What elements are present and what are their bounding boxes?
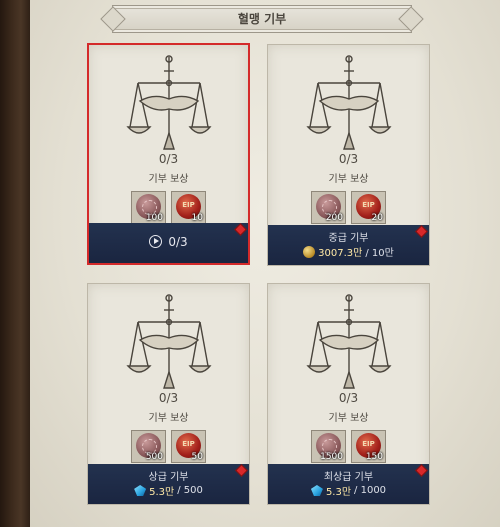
donation-count: 0/3 xyxy=(158,391,179,405)
reward-item-stone[interactable]: 500 xyxy=(131,430,166,463)
donation-card-basic[interactable]: 0/3 기부 보상 100 10 0/3 xyxy=(87,43,250,265)
reward-qty: 500 xyxy=(145,452,163,462)
currency-required: / 10만 xyxy=(365,248,394,259)
reward-qty: 100 xyxy=(145,213,163,223)
currency-owned: 5.3만 xyxy=(149,487,175,498)
reward-list: 1500 150 xyxy=(268,430,429,463)
scales-emblem-icon xyxy=(305,55,391,150)
reward-qty: 50 xyxy=(191,452,203,462)
page-title: 혈맹 기부 xyxy=(237,12,287,26)
reward-item-ruby[interactable]: 20 xyxy=(351,191,386,224)
donation-count: 0/3 xyxy=(338,391,359,405)
book-spine xyxy=(0,0,36,527)
reward-qty: 1500 xyxy=(320,452,343,462)
reward-item-stone[interactable]: 1500 xyxy=(311,430,346,463)
donation-card-advanced[interactable]: 0/3 기부 보상 500 50 상급 기부 5.3만 / 500 xyxy=(87,283,250,505)
reward-qty: 150 xyxy=(365,452,383,462)
reward-item-ruby[interactable]: 50 xyxy=(171,430,206,463)
currency-owned: 3007.3만 xyxy=(318,248,363,259)
reward-item-stone[interactable]: 100 xyxy=(131,191,166,224)
donation-card-intermediate[interactable]: 0/3 기부 보상 200 20 중급 기부 3007.3만 / 10만 xyxy=(267,44,430,266)
reward-label: 기부 보상 xyxy=(328,413,369,424)
diamond-icon xyxy=(310,485,323,496)
donate-tier-title: 상급 기부 xyxy=(148,472,189,483)
play-circle-icon xyxy=(149,235,163,248)
donate-button[interactable]: 중급 기부 3007.3만 / 10만 xyxy=(268,225,429,265)
currency-required: / 1000 xyxy=(354,485,387,496)
reward-item-ruby[interactable]: 10 xyxy=(171,191,206,224)
donate-tier-title: 최상급 기부 xyxy=(323,472,374,483)
reward-qty: 20 xyxy=(371,213,383,223)
currency-owned: 5.3만 xyxy=(325,487,352,498)
scales-emblem-icon xyxy=(305,294,391,389)
red-gem-icon xyxy=(234,223,247,236)
currency-required: / 500 xyxy=(177,485,203,496)
reward-label: 기부 보상 xyxy=(148,413,189,424)
gold-coin-icon xyxy=(303,245,316,258)
reward-list: 200 20 xyxy=(268,191,429,224)
donate-button[interactable]: 상급 기부 5.3만 / 500 xyxy=(88,464,249,504)
reward-label: 기부 보상 xyxy=(328,174,369,185)
donate-progress-bar[interactable]: 0/3 xyxy=(89,223,248,263)
donate-button[interactable]: 최상급 기부 5.3만 / 1000 xyxy=(268,464,429,504)
progress-text: 0/3 xyxy=(168,235,188,249)
title-banner: 혈맹 기부 xyxy=(112,5,412,33)
donation-card-supreme[interactable]: 0/3 기부 보상 1500 150 최상급 기부 5.3만 / 1000 xyxy=(267,283,430,505)
scales-emblem-icon xyxy=(125,294,211,389)
donation-count: 0/3 xyxy=(158,152,179,166)
donate-tier-title: 중급 기부 xyxy=(328,233,369,244)
reward-list: 100 10 xyxy=(89,191,248,224)
reward-list: 500 50 xyxy=(88,430,249,463)
reward-item-ruby[interactable]: 150 xyxy=(351,430,386,463)
reward-label: 기부 보상 xyxy=(148,174,189,185)
reward-item-stone[interactable]: 200 xyxy=(311,191,346,224)
reward-qty: 200 xyxy=(325,213,343,223)
diamond-icon xyxy=(134,485,147,496)
donation-count: 0/3 xyxy=(338,152,359,166)
reward-qty: 10 xyxy=(191,213,203,223)
scales-emblem-icon xyxy=(125,55,211,150)
